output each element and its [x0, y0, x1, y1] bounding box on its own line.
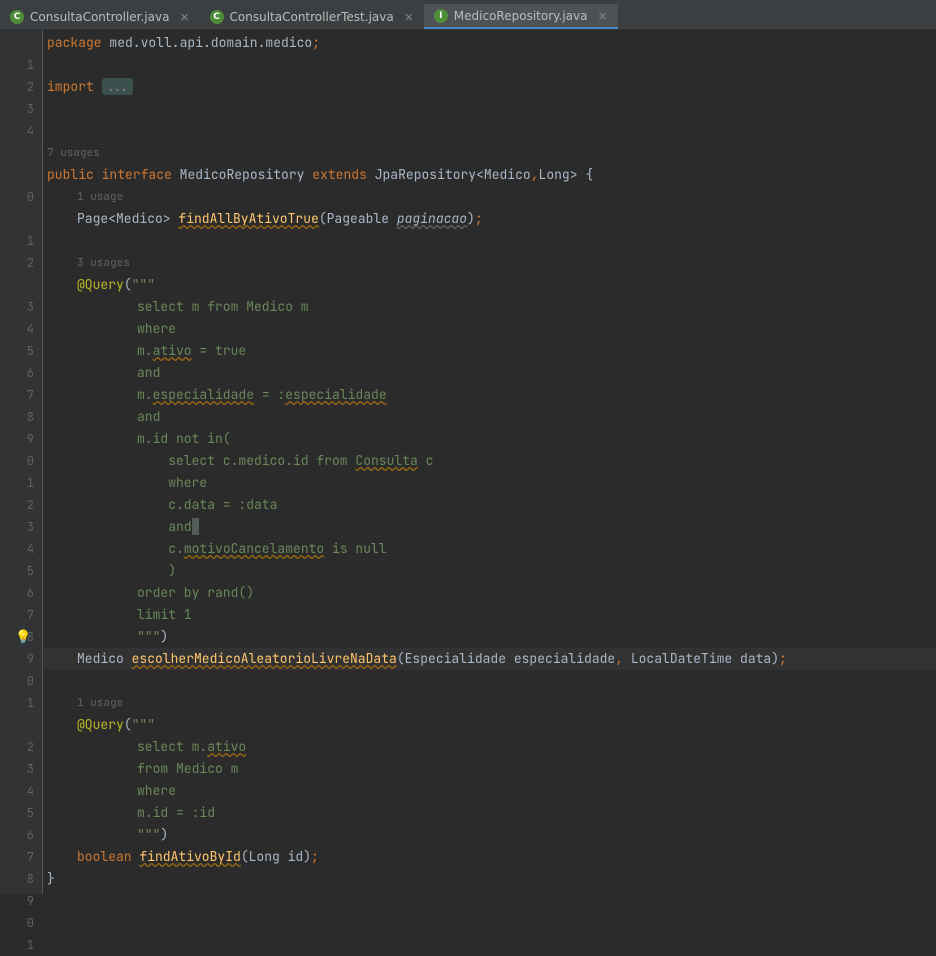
code-line: m.id = :id [43, 802, 936, 824]
editor-area: 1234 0 12 3456789012345678901 2345678901… [0, 30, 936, 894]
code-line: public interface MedicoRepository extend… [43, 164, 936, 186]
tab-consulta-controller[interactable]: C ConsultaController.java × [0, 4, 200, 29]
tab-consulta-controller-test[interactable]: C ConsultaControllerTest.java × [200, 4, 424, 29]
code-line: where [43, 472, 936, 494]
code-line: Page<Medico> findAllByAtivoTrue(Pageable… [43, 208, 936, 230]
code-line: limit 1 [43, 604, 936, 626]
code-line: } [43, 868, 936, 890]
code-line: """) [43, 824, 936, 846]
code-line: m.id not in( [43, 428, 936, 450]
code-line: boolean findAtivoById(Long id); [43, 846, 936, 868]
code-line [43, 670, 936, 692]
fold-indicator[interactable]: ... [102, 78, 133, 95]
code-area[interactable]: package med.voll.api.domain.medico; impo… [42, 30, 936, 894]
usage-hint[interactable]: 3 usages [43, 252, 936, 274]
code-line: c.data = :data [43, 494, 936, 516]
lightbulb-icon[interactable]: 💡 [15, 626, 29, 640]
code-line: where [43, 780, 936, 802]
close-icon[interactable]: × [597, 9, 607, 23]
code-line: import ... [43, 76, 936, 98]
code-line: package med.voll.api.domain.medico; [43, 32, 936, 54]
code-line: m.ativo = true [43, 340, 936, 362]
code-line [43, 54, 936, 76]
usage-hint[interactable]: 7 usages [43, 142, 936, 164]
tab-label: ConsultaController.java [30, 10, 169, 24]
usage-hint[interactable]: 1 usage [43, 692, 936, 714]
tab-medico-repository[interactable]: I MedicoRepository.java × [424, 4, 618, 29]
interface-icon: I [434, 9, 448, 23]
editor-tabs: C ConsultaController.java × C ConsultaCo… [0, 0, 936, 30]
code-line: c.motivoCancelamento is null [43, 538, 936, 560]
code-line [43, 98, 936, 120]
code-line: m.especialidade = :especialidade [43, 384, 936, 406]
code-line: ) [43, 560, 936, 582]
close-icon[interactable]: × [404, 10, 414, 24]
code-line: @Query(""" [43, 274, 936, 296]
close-icon[interactable]: × [179, 10, 189, 24]
code-line: Medico escolherMedicoAleatorioLivreNaDat… [43, 648, 936, 670]
code-line: 💡""") [43, 626, 936, 648]
code-line [43, 230, 936, 252]
code-line: select m.ativo [43, 736, 936, 758]
tab-label: MedicoRepository.java [454, 9, 588, 23]
code-line [43, 912, 936, 934]
class-icon: C [10, 10, 24, 24]
usage-hint[interactable]: 1 usage [43, 186, 936, 208]
code-line: order by rand() [43, 582, 936, 604]
code-line: select c.medico.id from Consulta c [43, 450, 936, 472]
code-line: @Query(""" [43, 714, 936, 736]
code-line: and [43, 516, 936, 538]
code-line [43, 120, 936, 142]
code-line: and [43, 362, 936, 384]
line-gutter: 1234 0 12 3456789012345678901 2345678901 [0, 30, 42, 894]
class-icon: C [210, 10, 224, 24]
code-line: and [43, 406, 936, 428]
code-line: select m from Medico m [43, 296, 936, 318]
code-line: where [43, 318, 936, 340]
code-line [43, 890, 936, 912]
tab-label: ConsultaControllerTest.java [230, 10, 394, 24]
code-line: from Medico m [43, 758, 936, 780]
